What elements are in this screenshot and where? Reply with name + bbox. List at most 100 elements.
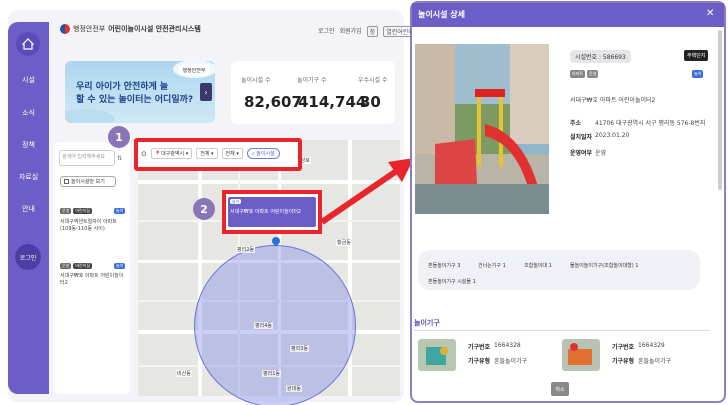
card-tag: 어린이집 bbox=[73, 263, 93, 269]
pointer-arrow-icon bbox=[320, 158, 414, 225]
brand[interactable]: 행정안전부 어린이놀이시설 안전관리시스템 bbox=[60, 24, 201, 34]
map-label: 평리3동 bbox=[290, 345, 309, 352]
map-label: 평리4동 bbox=[254, 322, 273, 329]
list-search-input[interactable]: 검색어 입력해주세요 bbox=[59, 150, 115, 166]
stat-value-facilities: 82,607 bbox=[244, 93, 302, 111]
search-icon: ⌕ bbox=[251, 151, 255, 157]
sidebar-item-info[interactable]: 안내 bbox=[8, 204, 49, 214]
operate-value: 운영 bbox=[595, 150, 607, 157]
popup-text: 서대구₩호 아파트 어린이놀이터2 bbox=[230, 209, 302, 215]
brand-name: 행정안전부 bbox=[73, 25, 106, 33]
item-2-type: 흔들놀이기구 bbox=[638, 358, 672, 365]
divider bbox=[414, 330, 710, 331]
item-1-type-label: 기구유형 bbox=[468, 358, 491, 365]
equipment-chip: 건너는기구 1 bbox=[478, 263, 506, 269]
address-value: 41706 대구광역시 서구 평리동 576-8번지 bbox=[595, 120, 706, 127]
card-1-tags: 운영 어린이집 bbox=[60, 208, 93, 214]
filter-controls: ⊙ 📍대구광역시 ▾ 전체 ▾ 전체 ▾ ⌕ 놀이시설 bbox=[141, 148, 280, 159]
map-label: 평리2동 bbox=[236, 246, 255, 253]
equipment-chip: 흔들놀이기구 3 bbox=[428, 263, 461, 269]
facility-search-button[interactable]: ⌕ 놀이시설 bbox=[246, 148, 280, 159]
facility-id: 시설번호 : 586693 bbox=[570, 50, 631, 63]
target-icon[interactable]: ⊙ bbox=[141, 150, 147, 158]
sidebar-item-facility[interactable]: 시설 bbox=[8, 75, 49, 85]
card-2-badge: 놀이 bbox=[114, 263, 126, 269]
cancel-button[interactable]: 취소 bbox=[551, 382, 569, 396]
map-label: 원대동 bbox=[286, 385, 302, 392]
detail-title: 놀이시설 상세 bbox=[418, 10, 465, 19]
banner-line-1: 우리 아이가 안전하게 놀 bbox=[76, 82, 169, 92]
install-value: 2023.01.20 bbox=[595, 132, 630, 139]
callout-badge-1: 1 bbox=[108, 126, 130, 148]
map-label: 황금동 bbox=[336, 239, 352, 246]
district-value: 전체 bbox=[200, 151, 210, 157]
map-label: 평리1동 bbox=[262, 370, 281, 377]
type-value: 전체 bbox=[225, 151, 235, 157]
map-popup[interactable]: 놀이 서대구₩호 아파트 어린이놀이터2 bbox=[228, 197, 316, 227]
item-2-num-label: 기구번호 bbox=[612, 344, 635, 351]
callout-badge-2: 2 bbox=[193, 198, 215, 220]
facility-name: 서대구₩호 아파트 어린이놀이터2 bbox=[570, 97, 656, 104]
window-link[interactable]: 창 bbox=[366, 26, 379, 37]
detail-tag: 아파트 bbox=[570, 70, 586, 78]
item-2-num: 1664329 bbox=[638, 342, 665, 349]
sidebar-item-policy[interactable]: 정책 bbox=[8, 140, 49, 150]
facility-only-toggle[interactable]: 놀이시설만 보기 bbox=[60, 176, 116, 187]
region-select[interactable]: 📍대구광역시 ▾ bbox=[150, 148, 193, 159]
detail-tag: 운영 bbox=[587, 70, 599, 78]
banner-line-2: 할 수 있는 놀이터는 어디일까? bbox=[76, 95, 194, 105]
sidebar-item-news[interactable]: 소식 bbox=[8, 108, 49, 118]
top-links: 로그인 회원가입 창 열린어린이 bbox=[318, 26, 417, 37]
operate-label: 운영여부 bbox=[570, 150, 593, 157]
item-1-type: 흔들놀이기구 bbox=[494, 358, 528, 365]
government-logo-icon bbox=[60, 24, 70, 34]
facility-photo bbox=[415, 44, 549, 214]
screenshot-root: 시설 소식 정책 자료실 안내 로그인 행정안전부 어린이놀이시설 안전관리시스… bbox=[0, 0, 728, 405]
stat-label-excellent: 우수시설 수 bbox=[358, 77, 388, 84]
checkbox-icon bbox=[64, 179, 69, 184]
detail-blue-tag: 놀이 bbox=[692, 70, 704, 78]
address-label: 주소 bbox=[570, 120, 582, 127]
district-select[interactable]: 전체 ▾ bbox=[196, 148, 218, 159]
banner-next-button[interactable]: › bbox=[200, 83, 212, 101]
stat-value-excellent: 30 bbox=[360, 93, 381, 111]
status-tag: 주택단지 bbox=[684, 50, 709, 61]
popup-badge: 놀이 bbox=[230, 199, 242, 204]
item-2-type-label: 기구유형 bbox=[612, 358, 635, 365]
sidebar-login-button[interactable]: 로그인 bbox=[15, 244, 41, 270]
install-label: 설치일자 bbox=[570, 134, 593, 141]
item-1-num-label: 기구번호 bbox=[468, 344, 491, 351]
equipment-section-title: 놀이기구 bbox=[414, 319, 440, 327]
equipment-chip: 조합놀이대 1 bbox=[524, 263, 552, 269]
card-tag: 어린이집 bbox=[73, 208, 93, 214]
system-title: 어린이놀이시설 안전관리시스템 bbox=[108, 25, 201, 33]
card-2-tags: 운영 어린이집 bbox=[60, 263, 93, 269]
facility-only-label: 놀이시설만 보기 bbox=[71, 179, 105, 185]
banner-badge: 행정안전부 bbox=[178, 64, 210, 76]
card-1-badge: 놀이 bbox=[114, 208, 126, 214]
sort-icon[interactable]: ⇅ bbox=[117, 155, 122, 162]
list-item[interactable]: 서대구₩호 아파트 어린이놀이터2 bbox=[60, 273, 126, 287]
sidebar-item-archive[interactable]: 자료실 bbox=[8, 172, 49, 182]
search-radius-circle bbox=[194, 245, 356, 405]
region-value: 대구광역시 bbox=[161, 151, 185, 157]
equipment-chip: 물놀이놀이기구(조합놀이대형) 1 bbox=[570, 263, 639, 269]
card-tag: 운영 bbox=[60, 263, 72, 269]
equipment-thumb bbox=[562, 339, 600, 371]
detail-tags: 아파트 운영 bbox=[570, 70, 599, 78]
card-tag: 운영 bbox=[60, 208, 72, 214]
stat-value-equipment: 414,744 bbox=[298, 93, 367, 111]
item-1-num: 1664328 bbox=[494, 342, 521, 349]
stat-label-equipment: 놀이기구 수 bbox=[297, 77, 327, 84]
login-link[interactable]: 로그인 bbox=[318, 26, 335, 37]
list-item[interactable]: 서대구역센트럴자이 아파트 (109동-110동 사이) bbox=[60, 219, 126, 233]
type-select[interactable]: 전체 ▾ bbox=[221, 148, 243, 159]
map-label: 비산동 bbox=[176, 370, 192, 377]
close-icon[interactable]: ✕ bbox=[706, 8, 714, 19]
signup-link[interactable]: 회원가입 bbox=[340, 26, 362, 37]
home-icon[interactable] bbox=[16, 32, 40, 56]
equipment-thumb bbox=[418, 339, 456, 371]
stat-label-facilities: 놀이시설 수 bbox=[241, 77, 271, 84]
detail-scrollbar[interactable] bbox=[718, 30, 722, 190]
search-button-label: 놀이시설 bbox=[256, 151, 275, 157]
